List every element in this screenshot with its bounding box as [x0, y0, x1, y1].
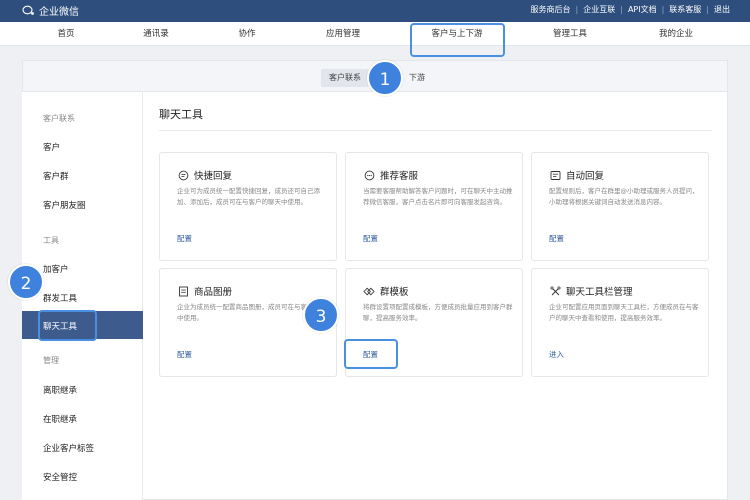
nav-home[interactable]: 首页	[57, 22, 74, 46]
card-title: 推荐客服	[380, 171, 419, 182]
nav-app-management[interactable]: 应用管理	[326, 22, 360, 46]
card-quick-reply: 快捷回复 企业可为成员统一配置快捷回复，成员还可自己添加、添加后，成员可在与客户…	[159, 152, 337, 261]
configure-link[interactable]: 配置	[549, 233, 564, 244]
wecom-logo-icon	[22, 5, 34, 15]
card-description: 企业可配置应用页面到聊天工具栏，方便成员在与客户的聊天中查看和使用，提高服务效率…	[549, 303, 699, 322]
highlight-group-template-configure	[344, 339, 398, 369]
link-contact-support[interactable]: 联系客服	[669, 4, 701, 15]
nav-collaboration[interactable]: 协作	[238, 22, 255, 46]
auto-reply-icon	[549, 169, 561, 181]
card-recommend-service: 推荐客服 当需要客服帮助解答客户问题时，可在聊天中主动推荐微信客服，客户点击名片…	[345, 152, 523, 261]
link-api-docs[interactable]: API文档	[628, 4, 657, 15]
sidebar-item-customer-tags[interactable]: 企业客户标签	[43, 442, 94, 454]
link-provider-backend[interactable]: 服务商后台	[531, 4, 571, 15]
app-logo[interactable]: 企业微信	[22, 3, 79, 18]
top-bar: 企业微信 服务商后台 | 企业互联 | API文档 | 联系客服 | 退出	[0, 0, 750, 22]
card-description: 配置规则后，客户在群里@小助理或服务人员提问，小助理将根据关键词自动发送消息内容…	[549, 187, 699, 206]
subtab-customer-contact[interactable]: 客户联系	[321, 69, 369, 87]
template-icon	[363, 285, 375, 297]
sidebar-item-onjob-inherit[interactable]: 在职继承	[43, 413, 77, 425]
main-nav: 首页 通讯录 协作 应用管理 客户与上下游 管理工具 我的企业	[0, 22, 750, 46]
divider: |	[661, 5, 665, 14]
link-enterprise-interconnect[interactable]: 企业互联	[583, 4, 615, 15]
step-badge-2: 2	[8, 264, 44, 300]
highlight-sidebar-chat-tools	[38, 310, 97, 341]
sidebar-item-security[interactable]: 安全管控	[43, 471, 77, 483]
enter-link[interactable]: 进入	[549, 349, 564, 360]
card-title: 自动回复	[566, 171, 605, 182]
sidebar-item-resign-inherit[interactable]: 离职继承	[43, 384, 77, 396]
card-title: 聊天工具栏管理	[566, 287, 633, 298]
divider: |	[575, 5, 579, 14]
card-description: 当需要客服帮助解答客户问题时，可在聊天中主动推荐微信客服，客户点击名片即可向客服…	[363, 187, 513, 206]
sidebar-item-customer-group[interactable]: 客户群	[43, 170, 69, 182]
nav-my-enterprise[interactable]: 我的企业	[659, 22, 693, 46]
sidebar-item-customer[interactable]: 客户	[43, 141, 60, 153]
highlight-nav-customers	[410, 23, 505, 57]
card-title: 群模板	[380, 287, 409, 298]
sidebar-group-management: 管理	[43, 356, 59, 365]
toolbar-icon	[549, 285, 561, 297]
app-title: 企业微信	[39, 7, 79, 18]
step-badge-3: 3	[303, 297, 339, 333]
configure-link[interactable]: 配置	[363, 233, 378, 244]
card-auto-reply: 自动回复 配置规则后，客户在群里@小助理或服务人员提问，小助理将根据关键词自动发…	[531, 152, 709, 261]
sidebar-item-moments[interactable]: 客户朋友圈	[43, 199, 86, 211]
card-title: 商品图册	[194, 287, 233, 298]
sidebar: 客户联系 客户 客户群 客户朋友圈 工具 加客户 群发工具 聊天工具 管理 离职…	[22, 92, 143, 500]
card-description: 将群设置项配置成模板，方便成员批量应用到客户群聊，提高服务效率。	[363, 303, 513, 322]
subtab-upstream-downstream[interactable]: 下游	[409, 69, 425, 87]
nav-contacts[interactable]: 通讯录	[143, 22, 169, 46]
card-toolbar-management: 聊天工具栏管理 企业可配置应用页面到聊天工具栏，方便成员在与客户的聊天中查看和使…	[531, 268, 709, 377]
divider: |	[706, 5, 709, 14]
top-links: 服务商后台 | 企业互联 | API文档 | 联系客服 | 退出	[531, 4, 730, 15]
step-badge-1: 1	[367, 60, 403, 96]
sidebar-item-add-customer[interactable]: 加客户	[43, 263, 69, 275]
album-icon	[177, 285, 189, 297]
divider	[159, 130, 712, 131]
sidebar-group-tools: 工具	[43, 236, 59, 245]
page-title: 聊天工具	[159, 108, 203, 121]
link-logout[interactable]: 退出	[714, 4, 730, 15]
configure-link[interactable]: 配置	[177, 349, 192, 360]
sidebar-item-mass-send[interactable]: 群发工具	[43, 292, 77, 304]
configure-link[interactable]: 配置	[177, 233, 192, 244]
card-title: 快捷回复	[194, 171, 233, 182]
sidebar-group-customer-contact: 客户联系	[43, 114, 75, 123]
divider: |	[620, 5, 623, 14]
nav-management-tools[interactable]: 管理工具	[553, 22, 587, 46]
card-description: 企业可为成员统一配置快捷回复，成员还可自己添加、添加后，成员可在与客户的聊天中使…	[177, 187, 320, 206]
service-icon	[363, 169, 375, 181]
chat-bubble-icon	[177, 169, 189, 181]
